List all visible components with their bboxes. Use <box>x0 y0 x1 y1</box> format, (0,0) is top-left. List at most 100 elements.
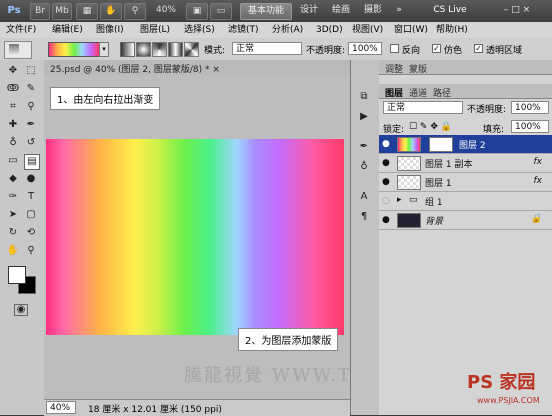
eyedropper-tool-icon[interactable]: ⚲ <box>24 100 38 114</box>
workspace-photography-button[interactable]: 摄影 <box>360 3 386 18</box>
gradient-picker[interactable] <box>48 42 100 57</box>
grid-icon[interactable]: ▦ <box>76 3 98 20</box>
workspace-painting-button[interactable]: 绘画 <box>328 3 354 18</box>
tab-paths[interactable]: 路径 <box>433 86 451 99</box>
hand-tool-icon[interactable]: ✋ <box>6 244 20 258</box>
eye-icon[interactable]: ○ <box>382 196 390 206</box>
menu-edit[interactable]: 编辑(E) <box>52 24 83 36</box>
3d-rotate-tool-icon[interactable]: ↻ <box>6 226 20 240</box>
workspace-design-button[interactable]: 设计 <box>296 3 322 18</box>
history-panel-icon[interactable]: ⧉ <box>357 90 371 104</box>
lock-icons[interactable]: ☐ ✎ ✥ 🔒 <box>409 122 452 132</box>
marquee-tool-icon[interactable]: ⬚ <box>24 64 38 78</box>
mini-bridge-button[interactable]: Mb <box>52 3 72 20</box>
zoom-level[interactable]: 40% <box>150 3 182 18</box>
hand-tool-icon[interactable]: ✋ <box>100 3 122 20</box>
3d-orbit-tool-icon[interactable]: ⟲ <box>24 226 38 240</box>
layer-effects-icon[interactable]: fx <box>534 157 543 167</box>
type-tool-icon[interactable]: T <box>24 190 38 204</box>
menu-window[interactable]: 窗口(W) <box>394 24 428 36</box>
transparency-checkbox[interactable]: ✓ <box>474 44 483 53</box>
eraser-tool-icon[interactable]: ▭ <box>6 154 20 168</box>
menu-file[interactable]: 文件(F) <box>6 24 36 36</box>
pen-tool-icon[interactable]: ✑ <box>6 190 20 204</box>
linear-gradient-button[interactable] <box>120 42 135 57</box>
window-controls[interactable]: – □ × <box>485 3 549 18</box>
menu-analysis[interactable]: 分析(A) <box>272 24 303 36</box>
layer-row[interactable]: ● 图层 1 副本 fx <box>379 154 552 173</box>
bridge-button[interactable]: Br <box>30 3 50 20</box>
lasso-tool-icon[interactable]: ↂ <box>6 82 20 96</box>
screen-mode-icon[interactable]: ▭ <box>210 3 232 20</box>
reverse-checkbox[interactable] <box>390 44 399 53</box>
layer-name[interactable]: 组 1 <box>425 195 443 208</box>
angle-gradient-button[interactable] <box>152 42 167 57</box>
status-zoom[interactable]: 40% <box>46 401 76 414</box>
layer-effects-icon[interactable]: fx <box>534 176 543 186</box>
reflected-gradient-button[interactable] <box>168 42 183 57</box>
eye-icon[interactable]: ● <box>382 158 390 168</box>
fill-input[interactable]: 100% <box>511 120 549 133</box>
mode-select[interactable]: 正常 <box>232 42 302 55</box>
tab-layers[interactable]: 图层 <box>385 86 403 99</box>
layer-row[interactable]: ○ ▸ ▭ 组 1 <box>379 192 552 211</box>
opacity-input[interactable]: 100% <box>348 42 382 55</box>
layer-name[interactable]: 图层 1 副本 <box>425 157 472 170</box>
shape-tool-icon[interactable]: ▢ <box>24 208 38 222</box>
tool-preset-picker[interactable] <box>4 41 32 59</box>
quick-select-tool-icon[interactable]: ✎ <box>24 82 38 96</box>
clone-source-panel-icon[interactable]: ♁ <box>357 160 371 174</box>
layer-name[interactable]: 图层 1 <box>425 176 452 189</box>
character-panel-icon[interactable]: A <box>357 190 371 204</box>
diamond-gradient-button[interactable] <box>184 42 199 57</box>
quick-mask-icon[interactable]: ◉ <box>14 304 28 316</box>
menu-filter[interactable]: 滤镜(T) <box>228 24 259 36</box>
layer-row[interactable]: ● 图层 1 fx <box>379 173 552 192</box>
move-tool-icon[interactable]: ✥ <box>6 64 20 78</box>
history-brush-tool-icon[interactable]: ↺ <box>24 136 38 150</box>
canvas-area[interactable]: 1、由左向右拉出渐变 2、为图层添加蒙版 騰龍視覺 WWW.TLV <box>44 75 377 399</box>
gradient-tool-icon[interactable]: ▤ <box>24 154 40 170</box>
foreground-color-swatch[interactable] <box>8 266 26 284</box>
menu-help[interactable]: 帮助(H) <box>436 24 468 36</box>
tab-adjustments[interactable]: 调整 <box>385 62 403 75</box>
layer-name[interactable]: 图层 2 <box>459 138 486 151</box>
clone-stamp-tool-icon[interactable]: ♁ <box>6 136 20 150</box>
menu-image[interactable]: 图像(I) <box>96 24 124 36</box>
layer-mask-thumbnail[interactable] <box>429 137 453 152</box>
dither-checkbox[interactable]: ✓ <box>432 44 441 53</box>
eye-icon[interactable]: ● <box>382 139 390 149</box>
menu-select[interactable]: 选择(S) <box>184 24 215 36</box>
layer-row[interactable]: ● 图层 2 <box>379 135 552 154</box>
brush-tool-icon[interactable]: ✒ <box>24 118 38 132</box>
paragraph-panel-icon[interactable]: ¶ <box>357 210 371 224</box>
layer-row[interactable]: ● 背景 🔒 <box>379 211 552 230</box>
cs-live-button[interactable]: CS Live <box>425 3 475 18</box>
layer-name[interactable]: 背景 <box>425 214 443 227</box>
arrange-documents-icon[interactable]: ▣ <box>186 3 208 20</box>
gradient-dropdown-icon[interactable]: ▾ <box>99 42 109 57</box>
workspace-essentials-button[interactable]: 基本功能 <box>240 3 292 20</box>
menu-view[interactable]: 视图(V) <box>352 24 383 36</box>
menu-layer[interactable]: 图层(L) <box>140 24 170 36</box>
tab-channels[interactable]: 通道 <box>409 86 427 99</box>
radial-gradient-button[interactable] <box>136 42 151 57</box>
healing-brush-tool-icon[interactable]: ✚ <box>6 118 20 132</box>
path-selection-tool-icon[interactable]: ➤ <box>6 208 20 222</box>
blend-mode-select[interactable]: 正常 <box>383 101 463 114</box>
eye-icon[interactable]: ● <box>382 177 390 187</box>
blur-tool-icon[interactable]: ◆ <box>6 172 20 186</box>
zoom-tool-icon[interactable]: ⚲ <box>124 3 146 20</box>
brush-panel-icon[interactable]: ✒ <box>357 140 371 154</box>
expand-triangle-icon[interactable]: ▸ <box>397 195 402 205</box>
tab-masks[interactable]: 蒙版 <box>409 62 427 75</box>
actions-panel-icon[interactable]: ▶ <box>357 110 371 124</box>
dodge-tool-icon[interactable]: ● <box>24 172 38 186</box>
zoom-tool-icon[interactable]: ⚲ <box>24 244 38 258</box>
menu-3d[interactable]: 3D(D) <box>316 24 343 36</box>
gradient-canvas[interactable] <box>46 139 344 335</box>
more-workspaces-button[interactable]: » <box>392 3 406 18</box>
crop-tool-icon[interactable]: ⌗ <box>6 100 20 114</box>
eye-icon[interactable]: ● <box>382 215 390 225</box>
document-tab[interactable]: 25.psd @ 40% (图层 2, 图层蒙版/8) * × <box>44 60 350 76</box>
